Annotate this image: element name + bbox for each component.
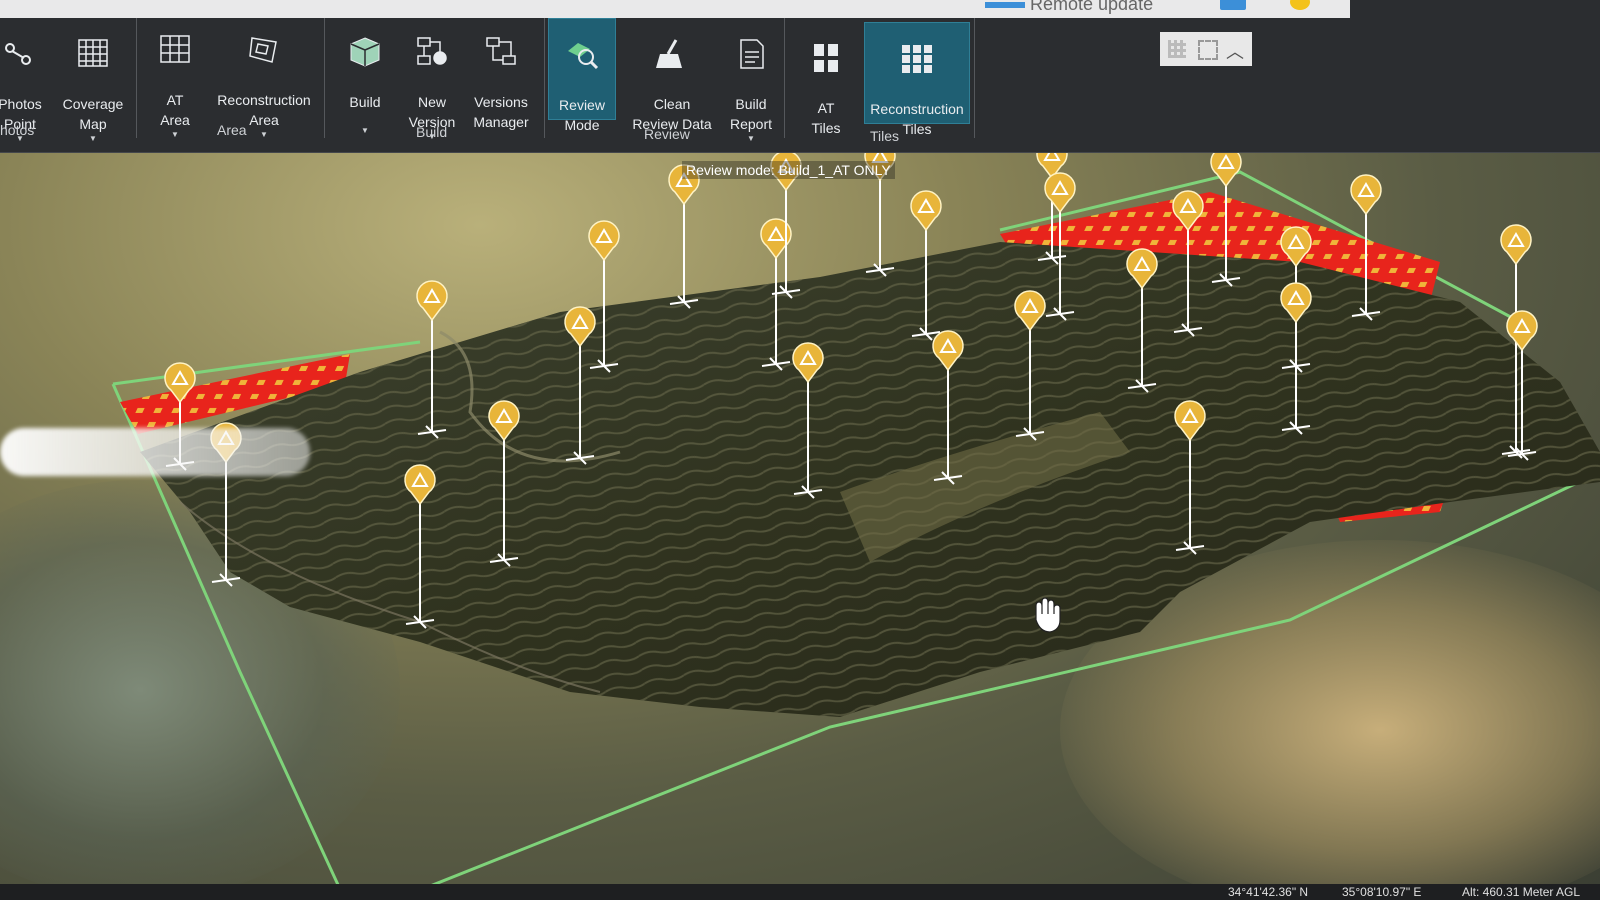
reconstruction-tiles-icon <box>902 45 932 73</box>
review-mode-button[interactable]: Review Mode <box>548 18 616 133</box>
terrain-texture <box>140 242 1600 717</box>
build-report-icon <box>740 39 764 69</box>
latitude-readout: 34°41'42.36" N <box>1228 885 1309 899</box>
build-button[interactable]: Build ▼ <box>335 16 395 156</box>
grid-view-icon[interactable] <box>1168 40 1186 58</box>
at-area-label: AT Area <box>160 92 190 128</box>
reconstruction-tiles-button[interactable]: Reconstruction Tiles <box>864 22 970 137</box>
review-mode-icon <box>568 43 599 70</box>
status-bar: 34°41'42.36" N 35°08'10.97" E Alt: 460.3… <box>0 884 1600 900</box>
chevron-down-icon: ▼ <box>747 134 755 143</box>
group-build-label: Build <box>416 124 448 140</box>
build-report-button[interactable]: Build Report ▼ <box>716 18 786 164</box>
window-controls: ︿ <box>1160 32 1252 66</box>
build-report-label: Build Report <box>729 96 773 132</box>
altitude-readout: Alt: 460.31 Meter AGL <box>1462 885 1581 899</box>
app-window: Review mode: Build_1_AT ONLY Remote upda… <box>0 0 1600 900</box>
control-point-marker-icon <box>416 280 448 322</box>
chevron-down-icon: ▼ <box>171 130 179 139</box>
group-separator <box>136 18 137 138</box>
coverage-map-label: Coverage Map <box>62 96 124 132</box>
control-point-marker-icon <box>588 220 620 262</box>
at-tiles-icon <box>814 44 838 72</box>
chevron-down-icon: ▼ <box>89 134 97 143</box>
group-photos-label: hotos <box>0 122 35 138</box>
group-separator <box>974 18 975 138</box>
at-tiles-label: AT Tiles <box>811 100 841 136</box>
fullscreen-icon[interactable] <box>1198 40 1218 60</box>
build-label: Build <box>349 94 381 110</box>
3d-viewport[interactable] <box>0 152 1600 900</box>
versions-manager-button[interactable]: Versions Manager <box>466 16 536 132</box>
collapse-ribbon-icon[interactable]: ︿ <box>1226 38 1244 64</box>
ribbon-toolbar: Remote update Photos Point ▼ Coverage Ma… <box>0 0 1600 153</box>
chevron-down-icon: ▼ <box>361 126 369 135</box>
reconstruction-area-button[interactable]: Reconstruction Area ▼ <box>212 14 316 160</box>
control-point-marker-icon <box>1500 224 1532 266</box>
bar-icon <box>985 2 1025 8</box>
new-version-icon <box>417 37 447 65</box>
versions-manager-icon <box>486 37 516 65</box>
group-tiles-label: Tiles <box>870 128 900 144</box>
versions-manager-label: Versions Manager <box>473 94 529 130</box>
build-icon <box>350 37 380 67</box>
longitude-readout: 35°08'10.97" E <box>1342 885 1422 899</box>
coverage-map-icon <box>78 39 108 67</box>
remote-update-label[interactable]: Remote update <box>1030 0 1153 15</box>
control-point-marker-icon <box>910 190 942 232</box>
review-mode-label: Review Mode <box>559 97 605 133</box>
control-point-marker[interactable] <box>668 164 700 309</box>
clean-review-data-icon <box>656 39 682 68</box>
at-tiles-button[interactable]: AT Tiles <box>796 22 856 138</box>
at-area-button[interactable]: AT Area ▼ <box>145 14 205 160</box>
group-separator <box>544 18 545 138</box>
group-review-label: Review <box>644 126 690 142</box>
control-point-marker-icon <box>1044 172 1076 214</box>
review-mode-label: Review mode: Build_1_AT ONLY <box>682 161 895 179</box>
at-area-icon <box>160 35 190 63</box>
photos-point-icon <box>5 43 31 65</box>
new-version-button[interactable]: New Version ▼ <box>402 16 462 162</box>
group-separator <box>784 18 785 138</box>
reconstruction-area-icon <box>249 37 277 63</box>
status-dot-icon <box>1290 0 1310 10</box>
coverage-map-button[interactable]: Coverage Map ▼ <box>58 18 128 164</box>
group-area-label: Area <box>217 122 247 138</box>
clean-review-data-button[interactable]: Clean Review Data <box>624 18 720 134</box>
control-point-marker-icon <box>1350 174 1382 216</box>
group-separator <box>324 18 325 138</box>
screen-glare <box>0 428 310 476</box>
photos-point-button[interactable]: Photos Point ▼ <box>0 18 50 164</box>
monitor-icon[interactable] <box>1220 0 1246 10</box>
